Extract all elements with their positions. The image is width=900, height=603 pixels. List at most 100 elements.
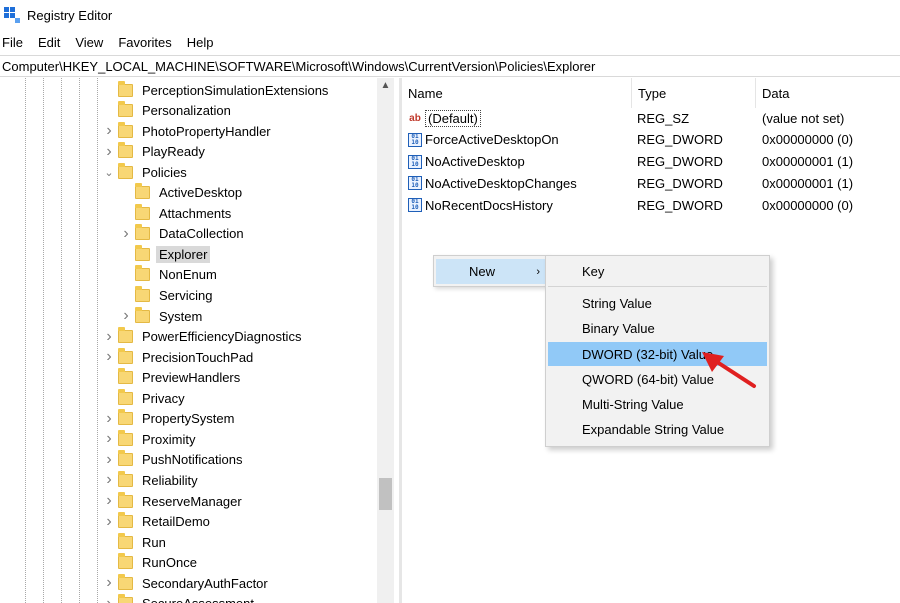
tree-item[interactable]: PerceptionSimulationExtensions <box>100 80 331 100</box>
list-header: Name Type Data <box>402 78 900 108</box>
tree-item-label: PowerEfficiencyDiagnostics <box>142 329 302 345</box>
tree-item-label: SecureAssessment <box>139 595 257 603</box>
table-row[interactable]: 01 10 NoActiveDesktop REG_DWORD 0x00000001 (… <box>402 151 900 173</box>
tree-item[interactable]: Privacy <box>100 388 188 408</box>
chevron-right-icon[interactable]: › <box>100 429 118 449</box>
value-data: 0x00000000 (0) <box>762 197 854 213</box>
tree-item-label: Reliability <box>142 472 198 488</box>
folder-icon <box>118 573 133 590</box>
tree-scrollbar[interactable]: ▲ <box>377 78 394 603</box>
tree-item[interactable]: › DataCollection <box>117 224 247 244</box>
tree-item[interactable]: PreviewHandlers <box>100 368 243 388</box>
folder-icon <box>118 470 133 487</box>
folder-icon <box>118 121 133 138</box>
scrollbar-thumb[interactable] <box>379 478 392 510</box>
menu-view[interactable]: View <box>75 35 103 50</box>
chevron-right-icon[interactable]: › <box>100 491 118 511</box>
table-row[interactable]: 01 10 NoRecentDocsHistory REG_DWORD 0x000000… <box>402 194 900 216</box>
menu-help[interactable]: Help <box>187 35 214 50</box>
tree-item[interactable]: › PropertySystem <box>100 409 237 429</box>
submenu-item-label: DWORD (32-bit) Value <box>582 346 714 362</box>
folder-icon <box>135 306 150 323</box>
registry-editor-icon <box>4 7 20 23</box>
chevron-right-icon[interactable]: › <box>100 573 118 593</box>
tree-guide <box>43 78 44 603</box>
tree-item[interactable]: RunOnce <box>100 553 200 573</box>
key-tree[interactable]: PerceptionSimulationExtensions Personaliz… <box>0 78 397 603</box>
chevron-right-icon[interactable]: › <box>100 347 118 367</box>
table-row[interactable]: ab (Default) REG_SZ (value not set) <box>402 107 900 129</box>
tree-item[interactable]: › PushNotifications <box>100 450 245 470</box>
binary-value-icon: 01 10 <box>408 154 422 169</box>
tree-item[interactable]: ⌄ Policies <box>100 162 190 182</box>
context-menu-new-label: New <box>469 264 496 279</box>
submenu-item[interactable]: Binary Value <box>548 316 767 340</box>
tree-item[interactable]: Servicing <box>117 286 215 306</box>
column-header-name[interactable]: Name <box>402 78 632 108</box>
submenu-item[interactable]: Expandable String Value <box>548 417 767 441</box>
column-header-type[interactable]: Type <box>632 78 756 108</box>
tree-item[interactable]: › SecondaryAuthFactor <box>100 573 271 593</box>
table-row[interactable]: 01 10 NoActiveDesktopChanges REG_DWORD 0x000… <box>402 172 900 194</box>
tree-item[interactable]: › PowerEfficiencyDiagnostics <box>100 327 304 347</box>
menu-file[interactable]: File <box>2 35 23 50</box>
tree-item[interactable]: Explorer <box>117 244 211 264</box>
submenu-item[interactable]: String Value <box>548 291 767 315</box>
chevron-right-icon[interactable]: › <box>100 327 118 347</box>
chevron-down-icon[interactable]: ⌄ <box>100 162 118 182</box>
chevron-right-icon[interactable]: › <box>100 142 118 162</box>
binary-value-icon: 01 10 <box>408 198 422 213</box>
chevron-right-icon[interactable]: › <box>117 224 135 244</box>
tree-item[interactable]: Attachments <box>117 203 234 223</box>
value-name-cell: 01 10 NoRecentDocsHistory <box>408 194 553 216</box>
menu-edit[interactable]: Edit <box>38 35 60 50</box>
tree-item[interactable]: ActiveDesktop <box>117 183 245 203</box>
value-data: 0x00000000 (0) <box>762 132 854 148</box>
tree-item[interactable]: › RetailDemo <box>100 512 213 532</box>
chevron-right-icon[interactable]: › <box>100 470 118 490</box>
chevron-right-icon: › <box>536 265 540 278</box>
tree-item[interactable]: › Proximity <box>100 429 198 449</box>
folder-icon <box>118 388 133 405</box>
tree-item[interactable]: Personalization <box>100 101 234 121</box>
value-type: REG_SZ <box>637 110 690 126</box>
folder-icon <box>118 491 133 508</box>
chevron-right-icon[interactable]: › <box>100 409 118 429</box>
tree-item[interactable]: NonEnum <box>117 265 220 285</box>
tree-item[interactable]: › SecureAssessment <box>100 594 257 603</box>
scroll-up-icon[interactable]: ▲ <box>377 80 394 91</box>
value-data: 0x00000001 (1) <box>762 175 854 191</box>
tree-guide <box>61 78 62 603</box>
submenu-item[interactable]: Multi-String Value <box>548 392 767 416</box>
menu-favorites[interactable]: Favorites <box>118 35 171 50</box>
tree-item[interactable]: › PhotoPropertyHandler <box>100 121 274 141</box>
tree-guide <box>25 78 26 603</box>
string-value-icon: ab <box>409 112 421 124</box>
tree-item[interactable]: › Reliability <box>100 470 201 490</box>
tree-item[interactable]: › PrecisionTouchPad <box>100 347 256 367</box>
tree-item-label: DataCollection <box>159 226 244 242</box>
column-header-data[interactable]: Data <box>756 78 896 108</box>
chevron-right-icon[interactable]: › <box>100 512 118 532</box>
table-row[interactable]: 01 10 ForceActiveDesktopOn REG_DWORD 0x00000… <box>402 129 900 151</box>
chevron-right-icon[interactable]: › <box>100 594 118 603</box>
value-name: (Default) <box>425 109 481 127</box>
value-type: REG_DWORD <box>637 154 723 170</box>
tree-item[interactable]: › System <box>117 306 205 326</box>
tree-item-label: NonEnum <box>159 267 217 283</box>
chevron-right-icon[interactable]: › <box>117 306 135 326</box>
submenu-item[interactable]: Key <box>548 259 767 283</box>
tree-item[interactable]: Run <box>100 532 169 552</box>
chevron-right-icon[interactable]: › <box>100 121 118 141</box>
tree-item-label: RunOnce <box>142 555 197 571</box>
chevron-right-icon[interactable]: › <box>100 450 118 470</box>
tree-item-label: PerceptionSimulationExtensions <box>142 82 329 98</box>
address-bar[interactable]: Computer\HKEY_LOCAL_MACHINE\SOFTWARE\Mic… <box>0 55 900 77</box>
context-menu-new[interactable]: New › <box>436 259 546 284</box>
tree-item[interactable]: › PlayReady <box>100 142 208 162</box>
tree-item[interactable]: › ReserveManager <box>100 491 245 511</box>
folder-icon <box>118 512 133 529</box>
folder-icon <box>118 368 133 385</box>
